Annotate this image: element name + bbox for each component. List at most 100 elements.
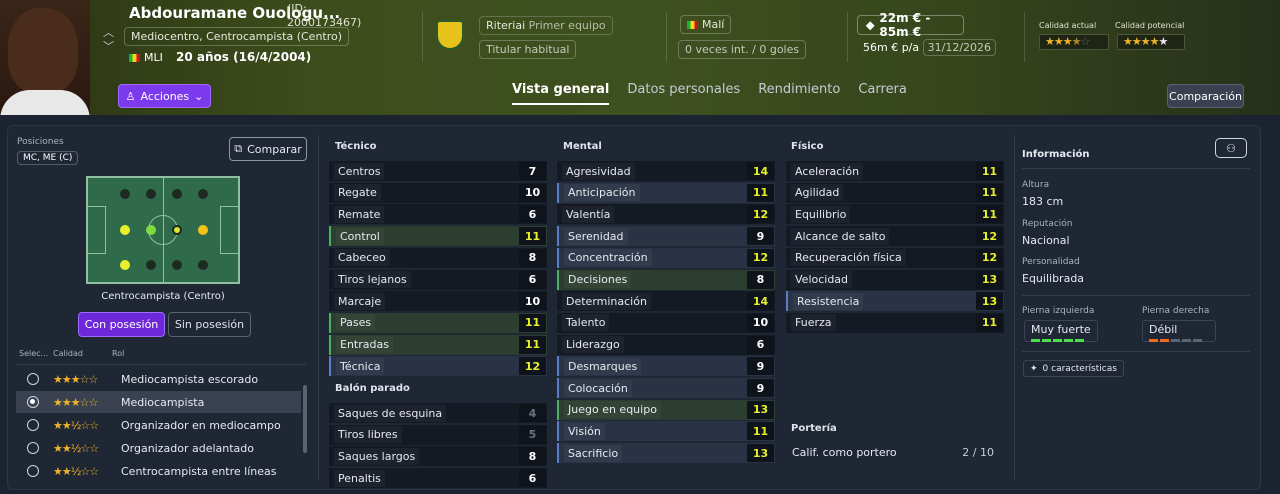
attribute-name: Juego en equipo xyxy=(564,401,661,419)
attribute-name: Serenidad xyxy=(564,227,628,245)
attribute-row[interactable]: Juego en equipo 13 xyxy=(557,399,775,420)
attribute-row[interactable]: Control 11 xyxy=(329,226,547,247)
attribute-row[interactable]: Pases 11 xyxy=(329,312,547,333)
attribute-row[interactable]: Tiros lejanos 6 xyxy=(329,269,547,290)
left-foot-value: Muy fuerte xyxy=(1024,320,1098,342)
attribute-row[interactable]: Anticipación 11 xyxy=(557,182,775,203)
attribute-value: 6 xyxy=(519,205,546,224)
attribute-row[interactable]: Fuerza 11 xyxy=(786,312,1004,333)
attribute-row[interactable]: Remate 6 xyxy=(329,204,547,225)
player-age: 20 años (16/4/2004) xyxy=(176,50,312,64)
role-radio[interactable] xyxy=(27,465,39,477)
attribute-name: Velocidad xyxy=(791,271,853,288)
role-radio[interactable] xyxy=(27,373,39,385)
attribute-value: 13 xyxy=(976,292,1003,311)
attribute-value: 12 xyxy=(747,248,774,267)
attribute-row[interactable]: Colocación 9 xyxy=(557,378,775,398)
attribute-value: 6 xyxy=(519,469,546,488)
attribute-row[interactable]: Marcaje 10 xyxy=(329,291,547,312)
attribute-row[interactable]: Regate 10 xyxy=(329,182,547,203)
position-dot xyxy=(198,260,208,270)
attribute-row[interactable]: Alcance de salto 12 xyxy=(786,226,1004,247)
attribute-row[interactable]: Penaltis 6 xyxy=(329,468,547,489)
traits-button[interactable]: ✦ 0 características xyxy=(1023,360,1124,377)
role-row[interactable]: ★★★☆☆ Mediocampista escorado xyxy=(16,368,301,390)
attribute-row[interactable]: Centros 7 xyxy=(329,161,547,181)
attribute-name: Tiros lejanos xyxy=(334,271,411,288)
attribute-name: Centros xyxy=(334,162,385,180)
attribute-row[interactable]: Saques de esquina 4 xyxy=(329,403,547,423)
club-pill[interactable]: Riteriai Primer equipo xyxy=(479,16,613,35)
attribute-value: 9 xyxy=(747,379,774,397)
attribute-row[interactable]: Talento 10 xyxy=(557,312,775,333)
attribute-name: Visión xyxy=(564,422,605,440)
attribute-name: Técnica xyxy=(336,357,385,375)
height-value: 183 cm xyxy=(1022,195,1064,208)
info-title: Información xyxy=(1022,149,1090,160)
attribute-name: Agilidad xyxy=(791,184,844,202)
attribute-row[interactable]: Concentración 12 xyxy=(557,247,775,268)
tab-vista-general[interactable]: Vista general xyxy=(512,82,610,105)
attribute-name: Saques largos xyxy=(334,447,420,465)
tab-rendimiento[interactable]: Rendimiento xyxy=(758,82,840,105)
role-name: Mediocampista xyxy=(121,395,205,409)
attribute-value: 12 xyxy=(976,248,1003,267)
attribute-row[interactable]: Saques largos 8 xyxy=(329,446,547,467)
attribute-value: 6 xyxy=(747,335,774,354)
with-possession-toggle[interactable]: Con posesión xyxy=(78,312,165,337)
attribute-row[interactable]: Aceleración 11 xyxy=(786,161,1004,181)
role-radio[interactable] xyxy=(27,419,39,431)
role-row[interactable]: ★★★☆☆ Mediocampista xyxy=(16,391,301,413)
attribute-row[interactable]: Recuperación física 12 xyxy=(786,247,1004,268)
attribute-value: 13 xyxy=(976,270,1003,289)
role-row[interactable]: ★★½☆☆ Organizador adelantado xyxy=(16,437,301,459)
comparison-button[interactable]: Comparación xyxy=(1167,84,1244,108)
attribute-row[interactable]: Resistencia 13 xyxy=(786,291,1004,312)
role-stars: ★★½☆☆ xyxy=(53,418,99,432)
attribute-row[interactable]: Sacrificio 13 xyxy=(557,443,775,464)
role-radio[interactable] xyxy=(27,442,39,454)
attribute-value: 11 xyxy=(519,227,546,246)
nation-pill[interactable]: Malí xyxy=(680,15,732,34)
attribute-row[interactable]: Agilidad 11 xyxy=(786,182,1004,203)
attribute-value: 13 xyxy=(747,444,774,463)
attribute-row[interactable]: Equilibrio 11 xyxy=(786,204,1004,225)
actions-button[interactable]: ♙ Acciones ⌄ xyxy=(118,84,211,108)
roles-scrollbar[interactable] xyxy=(303,385,307,453)
attribute-row[interactable]: Valentía 12 xyxy=(557,204,775,225)
attribute-row[interactable]: Liderazgo 6 xyxy=(557,334,775,355)
without-possession-toggle[interactable]: Sin posesión xyxy=(168,312,251,337)
attribute-row[interactable]: Agresividad 14 xyxy=(557,161,775,181)
roles-header-select: Selec... xyxy=(19,349,49,358)
attribute-row[interactable]: Desmarques 9 xyxy=(557,356,775,377)
position-pill: Mediocentro, Centrocampista (Centro) xyxy=(124,27,350,46)
attribute-row[interactable]: Determinación 14 xyxy=(557,291,775,312)
profile-icon[interactable]: ⚇ xyxy=(1215,138,1247,158)
attribute-row[interactable]: Velocidad 13 xyxy=(786,269,1004,290)
role-row[interactable]: ★★½☆☆ Organizador en mediocampo xyxy=(16,414,301,436)
attribute-value: 11 xyxy=(976,205,1003,224)
attribute-name: Resistencia xyxy=(793,292,864,310)
role-row[interactable]: ★★½☆☆ Centrocampista entre líneas xyxy=(16,460,301,482)
role-stars: ★★★☆☆ xyxy=(53,395,98,409)
attribute-value: 8 xyxy=(519,248,546,267)
tab-carrera[interactable]: Carrera xyxy=(858,82,907,105)
attribute-name: Determinación xyxy=(562,292,651,310)
attribute-row[interactable]: Cabeceo 8 xyxy=(329,247,547,268)
role-radio[interactable] xyxy=(27,396,39,408)
attribute-row[interactable]: Visión 11 xyxy=(557,421,775,442)
attribute-row[interactable]: Técnica 12 xyxy=(329,356,547,377)
chevron-down-icon[interactable]: ﹀ xyxy=(103,38,114,54)
compare-positions-button[interactable]: ⧉ Comparar xyxy=(229,137,307,161)
attribute-row[interactable]: Decisiones 8 xyxy=(557,269,775,290)
attribute-row[interactable]: Entradas 11 xyxy=(329,334,547,355)
tab-datos-personales[interactable]: Datos personales xyxy=(627,82,740,105)
attribute-row[interactable]: Tiros libres 5 xyxy=(329,424,547,445)
attribute-name: Penaltis xyxy=(334,469,385,487)
personality-value: Equilibrada xyxy=(1022,272,1085,285)
attribute-row[interactable]: Serenidad 9 xyxy=(557,226,775,247)
attribute-value: 11 xyxy=(519,335,546,354)
attribute-value: 6 xyxy=(519,270,546,289)
mental-title: Mental xyxy=(563,141,602,152)
attribute-name: Pases xyxy=(336,314,376,332)
